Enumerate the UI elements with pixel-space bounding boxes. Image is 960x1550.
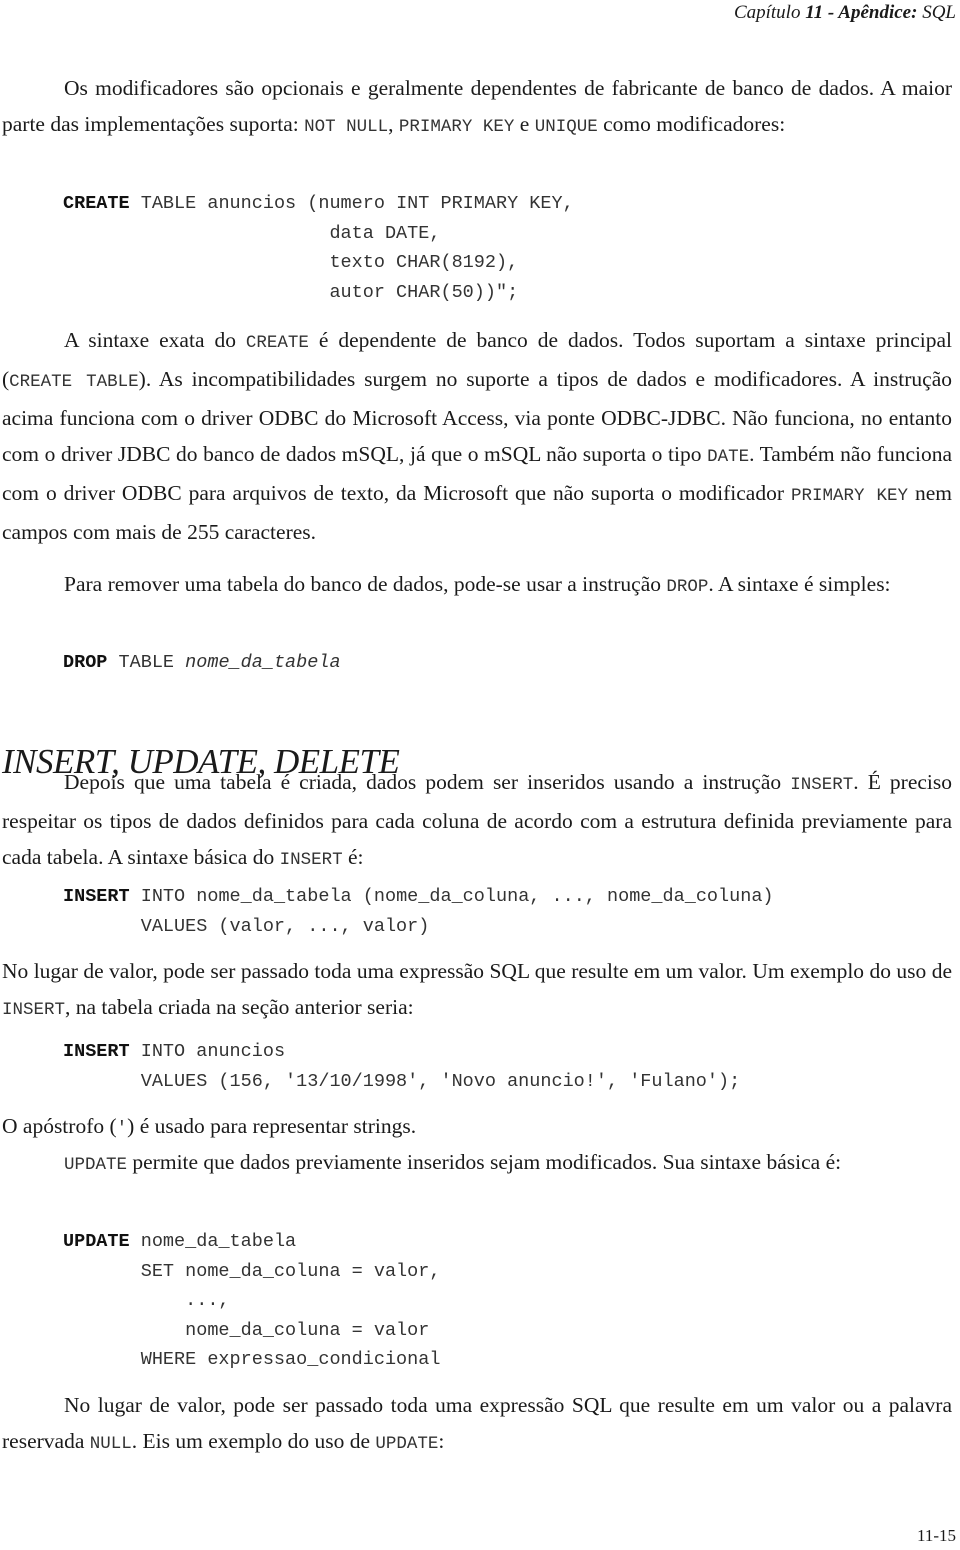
paragraph-create-syntax: A sintaxe exata do CREATE é dependente d… <box>2 322 952 550</box>
paragraph-insert-intro: Depois que uma tabela é criada, dados po… <box>2 764 952 878</box>
code-line: nome_da_coluna = valor <box>63 1319 430 1341</box>
inline-code: INSERT <box>790 775 854 795</box>
running-header: Capítulo 11 - Apêndice: SQL <box>734 2 956 24</box>
paragraph-update-example-intro: No lugar de valor, pode ser passado toda… <box>2 1387 952 1462</box>
text: Para remover uma tabela do banco de dado… <box>64 572 667 596</box>
text: como modificadores: <box>597 112 786 136</box>
code-line: INTO anuncios <box>129 1041 286 1062</box>
code-line: data DATE, <box>63 222 441 244</box>
text: Depois que uma tabela é criada, dados po… <box>64 770 791 794</box>
code-line: SET nome_da_coluna = valor, <box>63 1260 441 1282</box>
code-keyword: DROP <box>63 652 108 673</box>
inline-code: UNIQUE <box>534 117 598 137</box>
paragraph-update-intro: UPDATE permite que dados previamente ins… <box>2 1144 952 1183</box>
inline-code: DATE <box>707 447 750 467</box>
page-number: 11-15 <box>916 1526 956 1545</box>
paragraph-drop: Para remover uma tabela do banco de dado… <box>2 566 952 605</box>
code-keyword: UPDATE <box>63 1231 130 1252</box>
code-line: VALUES (156, '13/10/1998', 'Novo anuncio… <box>63 1070 741 1092</box>
chapter-topic: SQL <box>922 2 956 23</box>
text: permite que dados previamente inseridos … <box>127 1150 842 1174</box>
text: . Eis um exemplo do uso de <box>131 1429 376 1453</box>
code-keyword: INSERT <box>63 886 130 907</box>
code-block-drop-table: DROP TABLE nome_da_tabela <box>63 648 341 678</box>
paragraph-insert-example-intro: No lugar de valor, pode ser passado toda… <box>2 953 952 1028</box>
code-keyword: INSERT <box>63 1041 130 1062</box>
text: O apóstrofo ( <box>2 1114 117 1138</box>
code-text: TABLE <box>107 652 186 673</box>
paragraph-apostrophe: O apóstrofo (') é usado para representar… <box>2 1108 952 1147</box>
inline-code: INSERT <box>2 1000 66 1020</box>
inline-code: UPDATE <box>64 1155 128 1175</box>
code-line: autor CHAR(50))"; <box>63 281 519 303</box>
code-line: TABLE anuncios (numero INT PRIMARY KEY, <box>129 193 574 214</box>
inline-code: UPDATE <box>375 1434 439 1454</box>
inline-code: PRIMARY KEY <box>398 117 515 137</box>
code-line: ..., <box>63 1290 230 1311</box>
code-line: INTO nome_da_tabela (nome_da_coluna, ...… <box>129 886 774 907</box>
text: No lugar de valor, pode ser passado toda… <box>2 959 952 983</box>
chapter-title: - Apêndice: <box>823 2 918 23</box>
inline-code: ' <box>116 1119 128 1139</box>
inline-code: CREATE <box>245 333 309 353</box>
code-block-update-syntax: UPDATE nome_da_tabela SET nome_da_coluna… <box>63 1227 440 1375</box>
text: ) é usado para representar strings. <box>127 1114 417 1138</box>
text: . A sintaxe é simples: <box>708 572 891 596</box>
code-block-insert-example: INSERT INTO anuncios VALUES (156, '13/10… <box>63 1037 740 1096</box>
inline-code: NOT NULL <box>304 117 389 137</box>
text: e <box>514 112 535 136</box>
inline-code: PRIMARY KEY <box>790 486 909 506</box>
text: , na tabela criada na seção anterior ser… <box>65 995 414 1019</box>
code-block-insert-syntax: INSERT INTO nome_da_tabela (nome_da_colu… <box>63 882 774 941</box>
code-line: nome_da_tabela <box>129 1231 297 1252</box>
code-placeholder: nome_da_tabela <box>185 652 341 673</box>
code-keyword: CREATE <box>63 193 130 214</box>
text: é: <box>342 845 364 869</box>
code-line: texto CHAR(8192), <box>63 252 519 273</box>
code-line: VALUES (valor, ..., valor) <box>63 915 430 937</box>
code-line: WHERE expressao_condicional <box>63 1349 441 1370</box>
inline-code: NULL <box>89 1434 132 1454</box>
paragraph-modifiers: Os modificadores são opcionais e geralme… <box>2 70 952 145</box>
chapter-prefix: Capítulo <box>733 2 801 23</box>
text: : <box>438 1429 445 1453</box>
code-block-create-table: CREATE TABLE anuncios (numero INT PRIMAR… <box>63 189 574 307</box>
text: A sintaxe exata do <box>64 328 246 352</box>
inline-code: INSERT <box>279 850 343 870</box>
text: , <box>388 112 399 136</box>
inline-code: CREATE TABLE <box>9 372 139 392</box>
chapter-number: 11 <box>805 2 824 23</box>
inline-code: DROP <box>666 577 709 597</box>
